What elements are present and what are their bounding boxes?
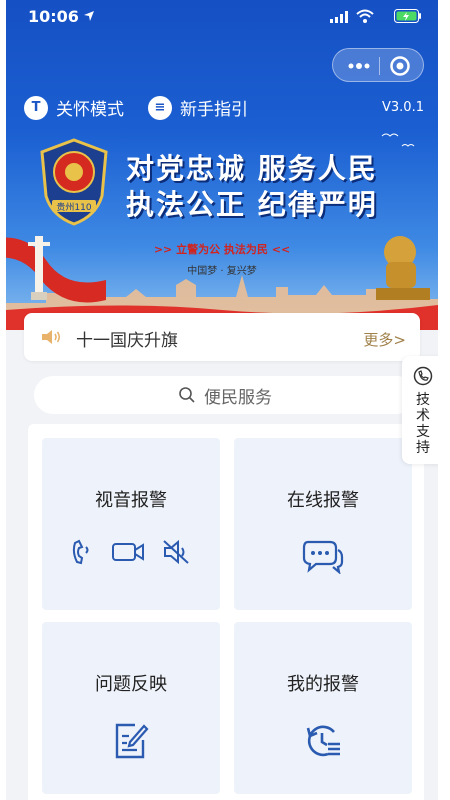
police-emblem-logo: 贵州110	[40, 138, 108, 226]
service-card-video-alarm[interactable]: 视音报警	[42, 438, 220, 610]
notice-more-link[interactable]: 更多>	[363, 329, 406, 350]
slogan-line-2: 执法公正 纪律严明	[126, 188, 378, 221]
history-list-icon	[306, 725, 340, 757]
chat-bubbles-icon	[302, 540, 344, 574]
beginner-guide-label: 新手指引	[180, 100, 248, 120]
sub-slogan: >> 立警为公 执法为民 <<	[153, 243, 291, 256]
service-card-my-alarms[interactable]: 我的报警	[234, 622, 412, 794]
care-mode-button[interactable]: T 关怀模式	[24, 95, 124, 120]
beginner-guide-button[interactable]: ≡ 新手指引	[148, 95, 248, 120]
tech-support-tab[interactable]: 技术支持	[402, 356, 438, 464]
header-banner: 10:06 T 关怀模式 ≡ 新手指引 V3.0.1 贵州110 对党忠诚 服务…	[6, 0, 438, 330]
notice-text[interactable]: 十一国庆升旗	[76, 326, 178, 351]
birds-decoration	[381, 133, 415, 147]
status-time: 10:06	[28, 7, 79, 26]
search-bar[interactable]: 便民服务	[34, 376, 416, 414]
service-title: 在线报警	[287, 490, 359, 511]
search-placeholder: 便民服务	[204, 387, 272, 408]
version-label: V3.0.1	[382, 100, 424, 115]
signal-icon	[330, 11, 348, 23]
edit-document-icon	[115, 723, 149, 759]
care-mode-icon: T	[24, 95, 48, 120]
status-bar: 10:06	[6, 0, 438, 34]
service-icons	[42, 538, 220, 566]
location-arrow-icon	[84, 11, 94, 21]
service-card-online-alarm[interactable]: 在线报警	[234, 438, 412, 610]
capsule-divider	[379, 57, 380, 75]
wifi-icon	[356, 9, 374, 23]
more-dots-icon[interactable]	[345, 59, 373, 73]
screen: 10:06 T 关怀模式 ≡ 新手指引 V3.0.1 贵州110 对党忠诚 服务…	[6, 0, 438, 800]
close-target-icon[interactable]	[389, 55, 411, 77]
service-card-issue-report[interactable]: 问题反映	[42, 622, 220, 794]
china-dream-slogan: 中国梦 · 复兴梦	[187, 266, 257, 277]
tech-support-label: 技术支持	[416, 392, 430, 456]
care-mode-label: 关怀模式	[56, 100, 124, 120]
battery-charging-icon	[394, 9, 421, 23]
phone-icon	[72, 539, 89, 565]
service-title: 我的报警	[287, 674, 359, 695]
slogan-line-1: 对党忠诚 服务人民	[126, 152, 378, 185]
mute-speaker-icon	[163, 539, 189, 565]
service-title: 视音报警	[95, 490, 167, 511]
video-camera-icon	[112, 543, 144, 561]
service-icons	[234, 538, 412, 574]
service-icons	[42, 722, 220, 760]
guide-icon: ≡	[148, 95, 172, 120]
notice-bar[interactable]: 十一国庆升旗 更多>	[24, 313, 420, 361]
speaker-icon	[42, 330, 61, 344]
miniapp-capsule	[332, 48, 424, 82]
support-phone-icon	[413, 366, 433, 386]
search-icon	[179, 387, 195, 403]
service-grid: 视音报警 在线报警 问题反映 我的报警	[28, 424, 424, 800]
emblem-text: 贵州110	[56, 201, 91, 213]
service-title: 问题反映	[95, 674, 167, 695]
service-icons	[234, 722, 412, 760]
